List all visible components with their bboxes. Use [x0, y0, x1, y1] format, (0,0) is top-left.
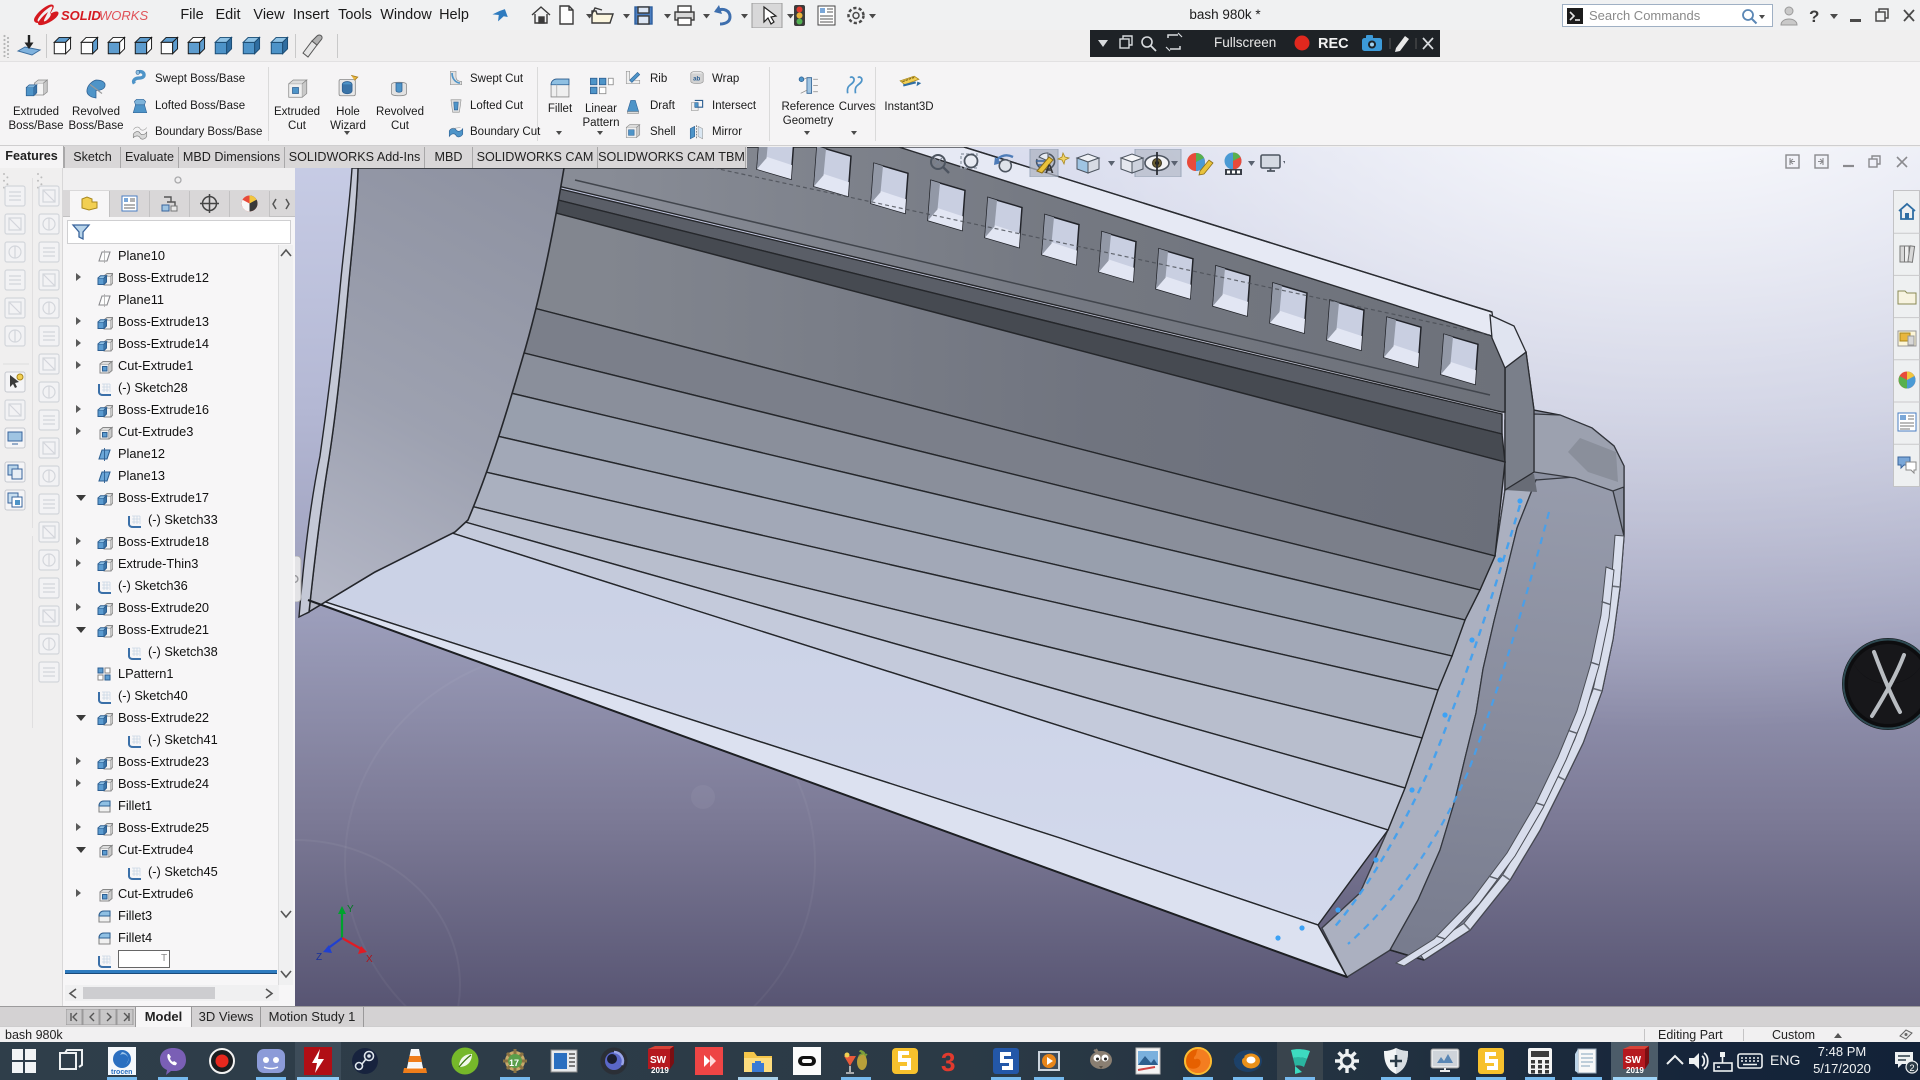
svg-text:SOLID: SOLID [61, 8, 101, 23]
svg-text:2: 2 [1910, 1063, 1915, 1073]
svg-text:SW: SW [650, 1055, 667, 1066]
svg-text:17: 17 [509, 1058, 519, 1068]
svg-text:Y: Y [347, 904, 354, 915]
svg-text:REC: REC [1318, 36, 1349, 52]
svg-text:SW: SW [1625, 1055, 1642, 1066]
svg-text:X: X [366, 954, 373, 965]
svg-text:Z: Z [316, 952, 322, 963]
svg-text:2019: 2019 [651, 1066, 669, 1075]
svg-text:Fullscreen: Fullscreen [1214, 35, 1276, 50]
svg-text:ab: ab [693, 75, 700, 82]
svg-text:A: A [1045, 162, 1054, 176]
svg-text:3: 3 [941, 1047, 955, 1076]
svg-text:trocen: trocen [111, 1069, 132, 1076]
svg-text:2019: 2019 [1626, 1066, 1644, 1075]
svg-text:?: ? [1809, 7, 1819, 26]
svg-text:WORKS: WORKS [99, 8, 148, 23]
